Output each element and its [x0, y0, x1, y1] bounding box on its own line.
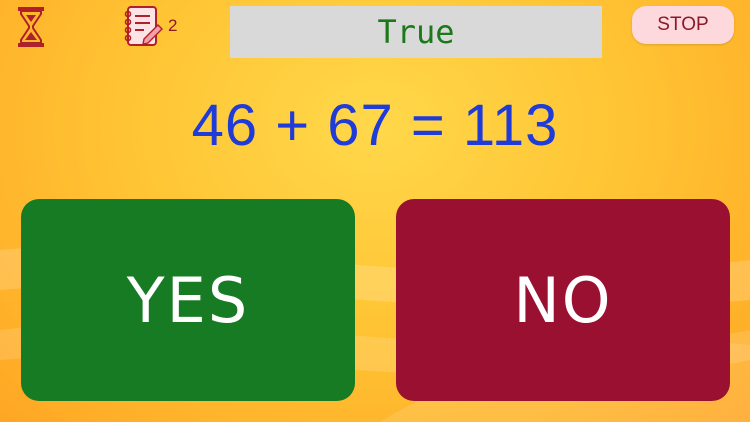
feedback-text: True	[377, 13, 455, 51]
equation: 46 + 67 = 113	[191, 93, 559, 158]
hourglass-icon[interactable]	[16, 6, 46, 48]
no-button[interactable]: NO	[396, 199, 730, 401]
stop-button[interactable]: STOP	[632, 6, 734, 44]
notes-count: 2	[168, 16, 178, 35]
yes-label: YES	[126, 263, 250, 337]
feedback-box: True	[230, 6, 602, 58]
no-label: NO	[513, 263, 613, 337]
stop-label: STOP	[657, 14, 709, 35]
yes-button[interactable]: YES	[21, 199, 355, 401]
notebook-icon[interactable]	[122, 5, 164, 47]
